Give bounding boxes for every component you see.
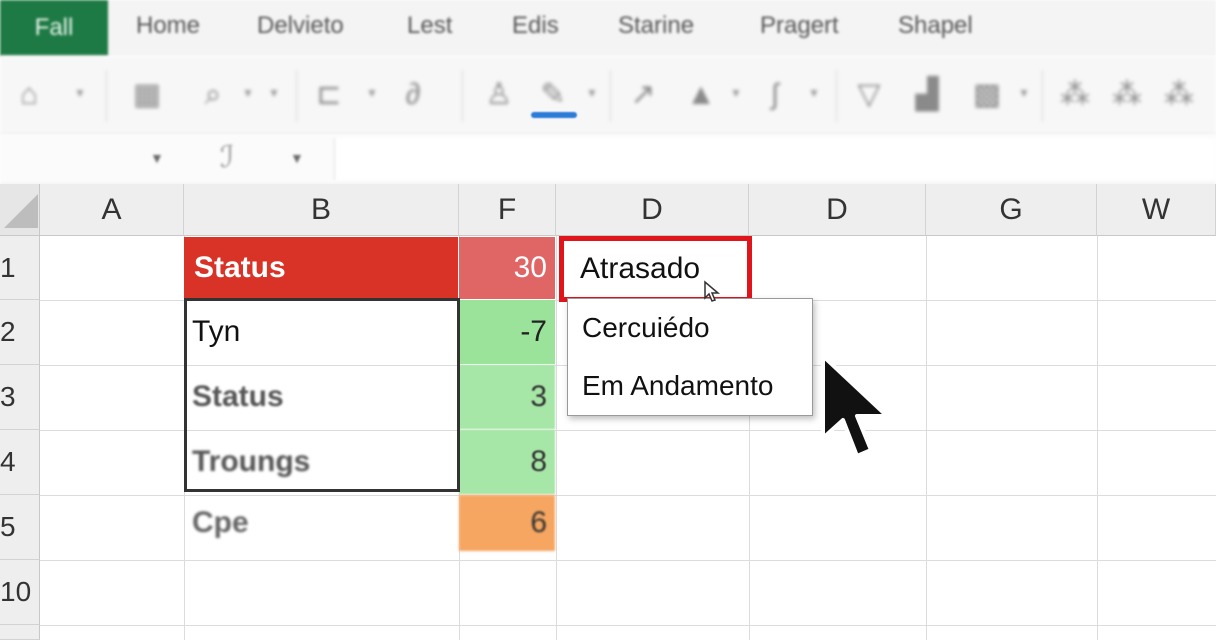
arrow-line-icon[interactable]: ↗ bbox=[626, 76, 660, 114]
chevron-down-icon[interactable]: ▼ bbox=[366, 86, 378, 100]
fill-color-icon[interactable]: ✎ bbox=[536, 76, 570, 114]
cell-b4[interactable]: Troungs bbox=[186, 430, 456, 494]
chevron-down-icon[interactable]: ▼ bbox=[268, 86, 280, 100]
cell-b1[interactable]: Status bbox=[184, 237, 458, 299]
select-all-icon bbox=[4, 194, 38, 228]
mouse-pointer-icon bbox=[821, 354, 889, 458]
person-icon[interactable]: ♙ bbox=[482, 76, 516, 114]
gridline bbox=[556, 236, 557, 640]
column-header-a[interactable]: A bbox=[40, 184, 184, 236]
column-header-d[interactable]: D bbox=[556, 184, 749, 236]
chevron-down-icon[interactable]: ▼ bbox=[242, 86, 254, 100]
select-all-corner[interactable] bbox=[0, 184, 40, 236]
curve-icon[interactable]: ʃ bbox=[758, 76, 792, 114]
cell-b3[interactable]: Status bbox=[186, 365, 456, 429]
tab-home[interactable]: Home bbox=[136, 12, 200, 40]
row-header-4[interactable]: 4 bbox=[0, 430, 40, 495]
grid-fill-icon[interactable]: ▩ bbox=[970, 76, 1004, 114]
wand-icon[interactable]: ⁂ bbox=[1058, 76, 1092, 114]
cell-f2[interactable]: -7 bbox=[459, 300, 555, 364]
column-header-b[interactable]: B bbox=[184, 184, 459, 236]
tab-edis[interactable]: Edis bbox=[512, 12, 559, 40]
function-icon[interactable]: ℐ bbox=[220, 140, 234, 175]
cell-f5[interactable]: 6 bbox=[459, 495, 555, 551]
cell-f4[interactable]: 8 bbox=[459, 430, 555, 494]
cell-b2[interactable]: Tyn bbox=[186, 300, 456, 364]
formula-input[interactable] bbox=[334, 138, 1215, 180]
toolbar-divider bbox=[610, 70, 611, 122]
tab-shapel[interactable]: Shapel bbox=[898, 12, 973, 40]
cell-f1[interactable]: 30 bbox=[459, 237, 555, 299]
wand-icon[interactable]: ⁂ bbox=[1162, 76, 1196, 114]
toolbar-divider bbox=[1042, 70, 1043, 122]
ribbon-tab-bar: Fall Home Delvieto Lest Edis Starine Pra… bbox=[0, 0, 1216, 56]
chevron-down-icon[interactable]: ▼ bbox=[808, 86, 820, 100]
gridline bbox=[926, 236, 927, 640]
row-header-5[interactable]: 5 bbox=[0, 495, 40, 560]
borders-icon[interactable]: ⌂ bbox=[12, 76, 46, 114]
tab-file[interactable]: Fall bbox=[0, 0, 108, 56]
gridline bbox=[1097, 236, 1098, 640]
chevron-down-icon[interactable]: ▼ bbox=[1018, 86, 1030, 100]
column-header-f[interactable]: F bbox=[459, 184, 556, 236]
data-validation-dropdown: Cercuiédo Em Andamento bbox=[567, 298, 813, 416]
link-icon[interactable]: ∂ bbox=[396, 76, 430, 114]
fill-color-indicator bbox=[531, 112, 577, 118]
gridline bbox=[40, 560, 1216, 561]
column-header-g[interactable]: G bbox=[926, 184, 1097, 236]
tab-lest[interactable]: Lest bbox=[407, 12, 452, 40]
ribbon-toolbar: ⌂ ▼ ▦ ⌕ ▼ ▼ ⊏ ▼ ∂ ♙ ✎ ▼ ↗ ▲ ▼ ʃ ▼ ▽ ▟ ▩ … bbox=[0, 56, 1216, 135]
small-pointer-cursor-icon bbox=[704, 280, 721, 302]
triangle-icon[interactable]: ▲ bbox=[684, 76, 718, 114]
dropdown-option[interactable]: Cercuiédo bbox=[568, 299, 812, 357]
tab-delvieto[interactable]: Delvieto bbox=[257, 12, 344, 40]
name-box-chevron-down-icon[interactable]: ▼ bbox=[150, 150, 164, 166]
row-header-next[interactable] bbox=[0, 625, 40, 640]
function-chevron-down-icon[interactable]: ▼ bbox=[290, 150, 304, 166]
shape-icon[interactable]: ⊏ bbox=[312, 76, 346, 114]
formula-bar: ▼ ℐ ▼ bbox=[0, 134, 1216, 185]
filter-icon[interactable]: ▽ bbox=[852, 76, 886, 114]
row-header-2[interactable]: 2 bbox=[0, 300, 40, 365]
dropdown-option[interactable]: Em Andamento bbox=[568, 357, 812, 415]
chevron-down-icon[interactable]: ▼ bbox=[586, 86, 598, 100]
column-header-d2[interactable]: D bbox=[749, 184, 926, 236]
toolbar-divider bbox=[836, 70, 837, 122]
chevron-down-icon[interactable]: ▼ bbox=[730, 86, 742, 100]
table-grid-icon[interactable]: ▦ bbox=[130, 76, 164, 114]
gridline bbox=[40, 625, 1216, 626]
column-header-w[interactable]: W bbox=[1097, 184, 1216, 236]
tab-starine[interactable]: Starine bbox=[618, 12, 694, 40]
toolbar-divider bbox=[106, 70, 107, 122]
toolbar-divider bbox=[462, 70, 463, 122]
row-header-3[interactable]: 3 bbox=[0, 365, 40, 430]
toolbar-divider bbox=[296, 70, 297, 122]
cell-f3[interactable]: 3 bbox=[459, 365, 555, 429]
chevron-down-icon[interactable]: ▼ bbox=[74, 86, 86, 100]
tab-pragert[interactable]: Pragert bbox=[760, 12, 839, 40]
row-header-10[interactable]: 10 bbox=[0, 560, 40, 625]
chart-icon[interactable]: ▟ bbox=[910, 76, 944, 114]
format-brush-icon[interactable]: ⌕ bbox=[196, 76, 230, 114]
cell-b5[interactable]: Cpe bbox=[186, 495, 456, 551]
wand-icon[interactable]: ⁂ bbox=[1110, 76, 1144, 114]
row-header-1[interactable]: 1 bbox=[0, 236, 40, 300]
